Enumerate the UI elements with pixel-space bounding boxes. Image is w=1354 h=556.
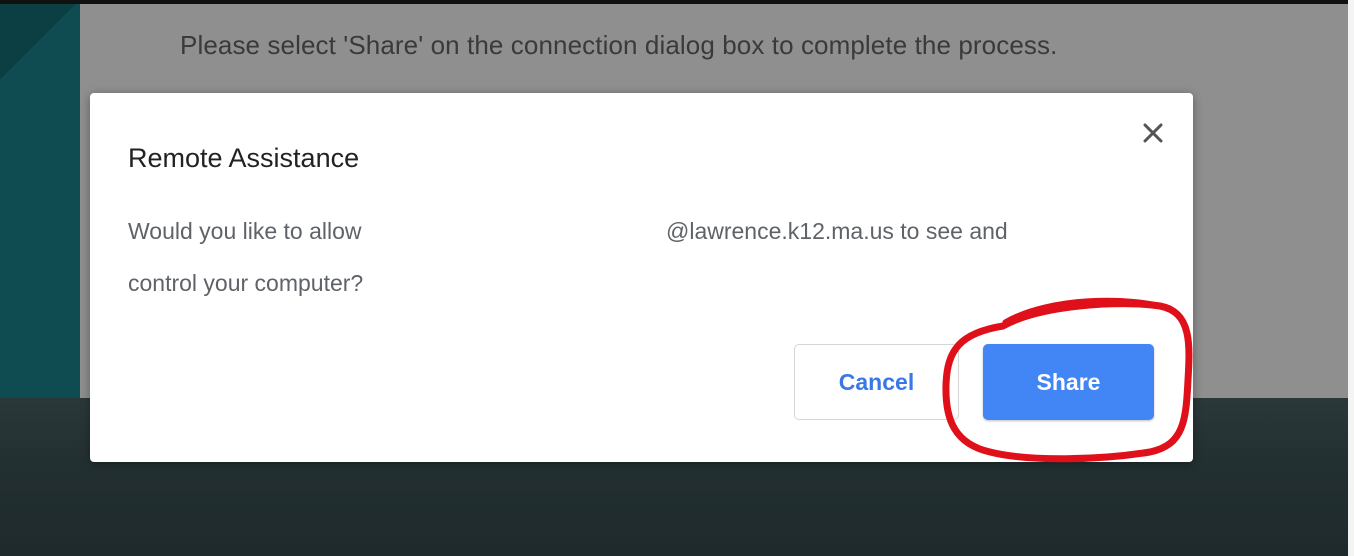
dialog-message-end: @lawrence.k12.ma.us to see and bbox=[666, 218, 1008, 244]
dialog-title: Remote Assistance bbox=[128, 143, 360, 173]
dialog-message-line2: control your computer? bbox=[128, 270, 364, 296]
top-border bbox=[0, 0, 1354, 4]
share-button[interactable]: Share bbox=[983, 344, 1154, 420]
cancel-button[interactable]: Cancel bbox=[794, 344, 959, 420]
close-icon bbox=[1137, 117, 1169, 149]
screen: Please select 'Share' on the connection … bbox=[0, 0, 1354, 556]
remote-assistance-dialog: Remote Assistance Would you like to allo… bbox=[90, 93, 1193, 462]
close-button[interactable] bbox=[1137, 117, 1169, 149]
dialog-message-start: Would you like to allow bbox=[128, 218, 362, 244]
background-teal-fold bbox=[0, 0, 80, 80]
instruction-text: Please select 'Share' on the connection … bbox=[180, 30, 1058, 60]
right-border bbox=[1348, 0, 1354, 556]
